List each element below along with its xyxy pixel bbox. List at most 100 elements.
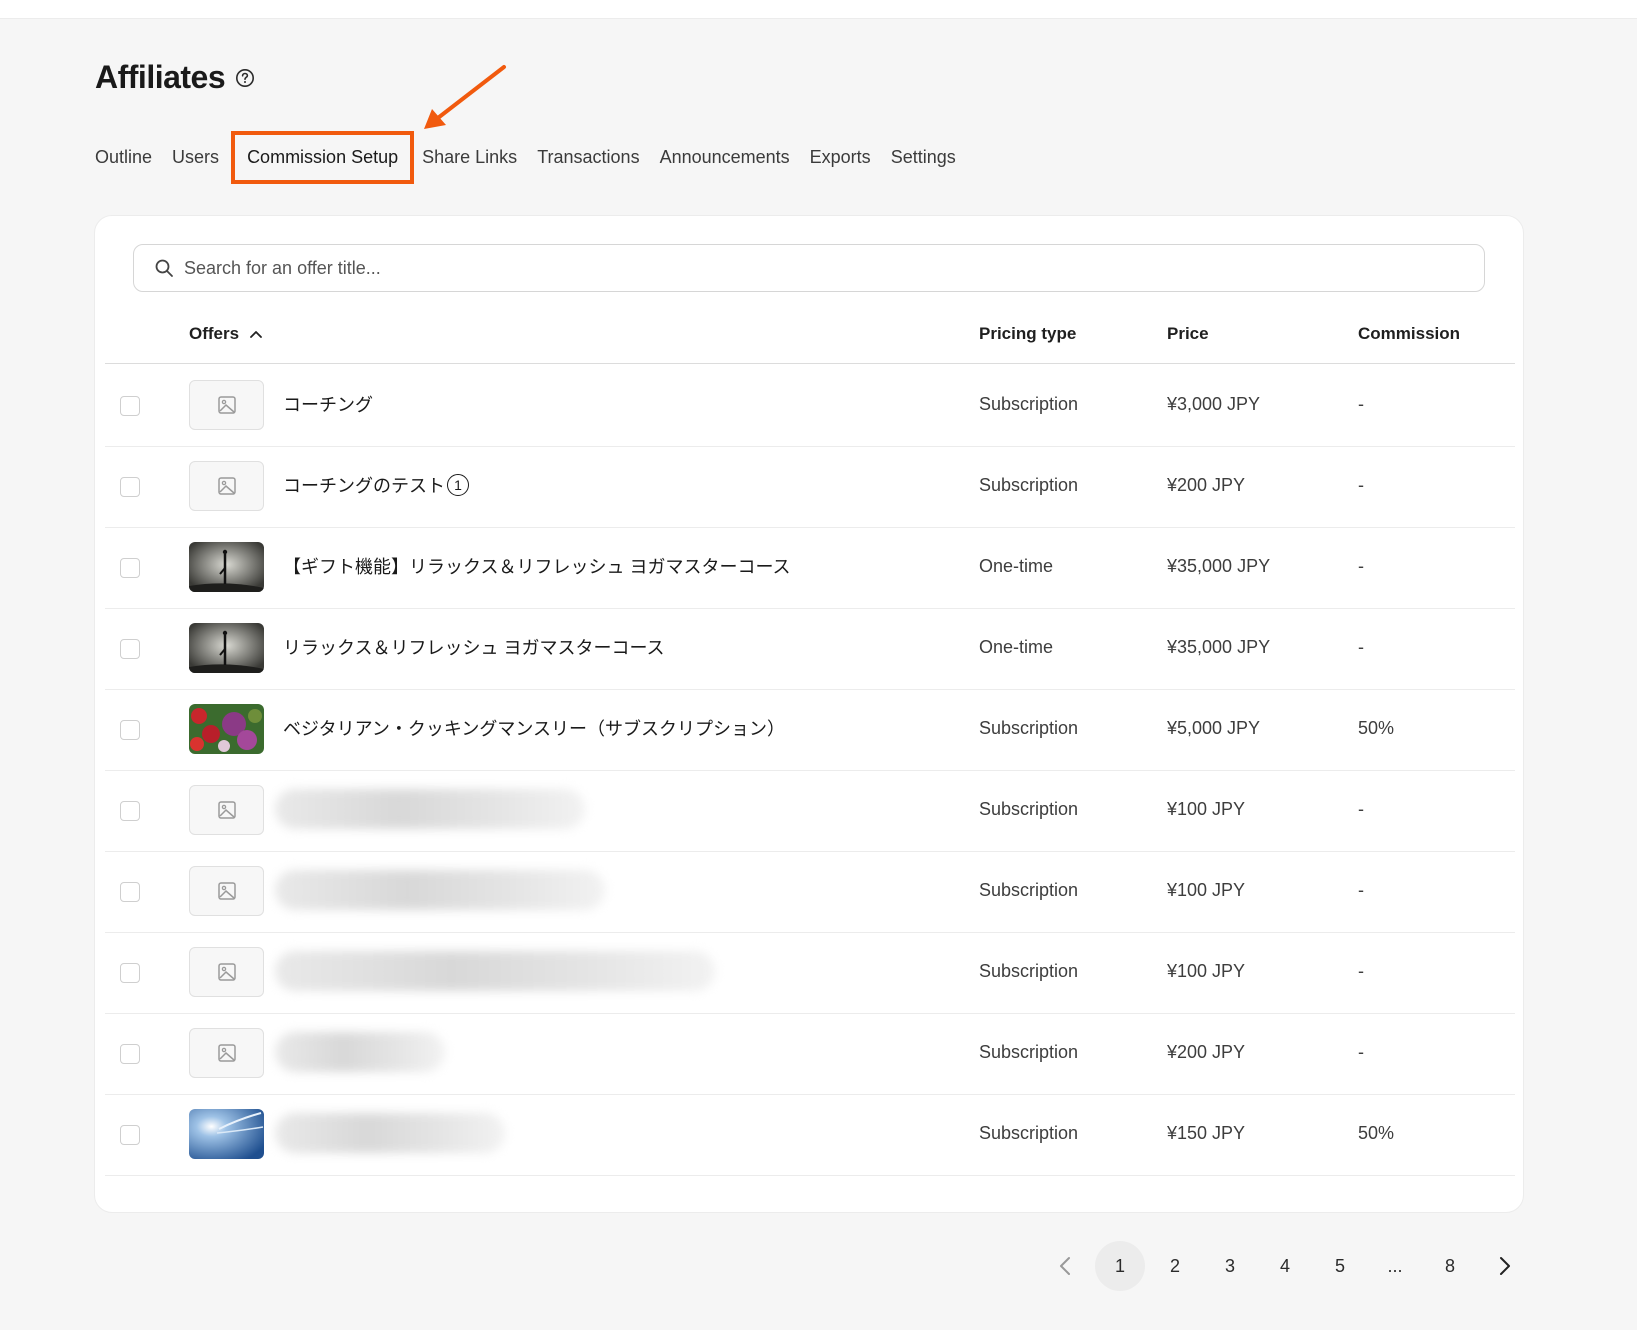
column-price: Price	[1167, 324, 1209, 343]
page-button-8[interactable]: 8	[1425, 1241, 1475, 1291]
price-cell: ¥35,000 JPY	[1167, 637, 1271, 657]
tab-exports[interactable]: Exports	[810, 147, 871, 168]
redacted-offer-title	[275, 1032, 445, 1072]
table-row[interactable]: 【ギフト機能】リラックス＆リフレッシュ ヨガマスターコース One-time ¥35…	[105, 528, 1515, 609]
pagination: 1 2 3 4 5... 8	[1040, 1241, 1535, 1291]
offer-title-text: コーチング	[283, 395, 373, 415]
offer-title[interactable]: リラックス＆リフレッシュ ヨガマスターコース	[283, 634, 665, 660]
table-row[interactable]: Subscription ¥100 JPY -	[105, 933, 1515, 1014]
column-offers[interactable]: Offers	[189, 324, 263, 344]
table-row[interactable]: Subscription ¥200 JPY -	[105, 1014, 1515, 1095]
price-cell: ¥35,000 JPY	[1167, 556, 1271, 576]
redacted-offer-title	[275, 789, 585, 829]
search-bar	[133, 244, 1485, 292]
pricing-type-cell: One-time	[979, 637, 1054, 657]
pricing-type-cell: Subscription	[979, 1042, 1079, 1062]
redacted-offer-title	[275, 1113, 505, 1153]
row-checkbox[interactable]	[120, 558, 140, 578]
price-cell: ¥100 JPY	[1167, 880, 1246, 900]
page-button-4[interactable]: 4	[1260, 1241, 1310, 1291]
tab-bar: Outline Users Commission Setup Share Lin…	[95, 131, 976, 184]
tab-announcements[interactable]: Announcements	[660, 147, 790, 168]
offer-title[interactable]: ベジタリアン・クッキングマンスリー（サブスクリプション）	[283, 715, 785, 741]
table-row[interactable]: コーチング Subscription ¥3,000 JPY -	[105, 366, 1515, 447]
table-row[interactable]: Subscription ¥150 JPY 50%	[105, 1095, 1515, 1176]
image-placeholder-icon	[189, 866, 264, 916]
pricing-type-cell: Subscription	[979, 1123, 1079, 1143]
commission-cell: 50%	[1358, 718, 1395, 738]
page-button-2[interactable]: 2	[1150, 1241, 1200, 1291]
tab-share-links[interactable]: Share Links	[422, 147, 517, 168]
page-background: Affiliates Outline Users Commission Setu…	[0, 18, 1637, 1330]
pricing-type-cell: One-time	[979, 556, 1054, 576]
image-placeholder-icon	[189, 1028, 264, 1078]
row-checkbox[interactable]	[120, 963, 140, 983]
annotation-arrow-icon	[424, 65, 506, 129]
sort-asc-icon	[250, 331, 262, 338]
pricing-type-cell: Subscription	[979, 880, 1079, 900]
offer-title-text: 【ギフト機能】リラックス＆リフレッシュ ヨガマスターコース	[283, 557, 791, 577]
redacted-offer-title	[275, 951, 715, 991]
tab-outline[interactable]: Outline	[95, 147, 152, 168]
row-checkbox[interactable]	[120, 639, 140, 659]
offer-title-text: ベジタリアン・クッキングマンスリー（サブスクリプション）	[283, 719, 786, 739]
commission-cell: -	[1358, 1042, 1364, 1062]
table-row[interactable]: Subscription ¥100 JPY -	[105, 852, 1515, 933]
commission-cell: 50%	[1358, 1123, 1395, 1143]
pricing-type-cell: Subscription	[979, 394, 1079, 414]
page-header: Affiliates	[95, 59, 255, 96]
tab-settings[interactable]: Settings	[891, 147, 956, 168]
table-header: Offers Pricing type Price Commission	[105, 308, 1515, 364]
pricing-type-cell: Subscription	[979, 799, 1079, 819]
image-placeholder-icon	[189, 380, 264, 430]
pagination-ellipsis: ...	[1387, 1255, 1403, 1276]
price-cell: ¥200 JPY	[1167, 1042, 1246, 1062]
tab-transactions[interactable]: Transactions	[537, 147, 639, 168]
price-cell: ¥200 JPY	[1167, 475, 1246, 495]
tab-users[interactable]: Users	[172, 147, 219, 168]
offer-title[interactable]: 【ギフト機能】リラックス＆リフレッシュ ヨガマスターコース	[283, 553, 791, 579]
offer-title-text: リラックス＆リフレッシュ ヨガマスターコース	[283, 638, 665, 658]
page-button-3[interactable]: 3	[1205, 1241, 1255, 1291]
offer-title-text: コーチングのテスト	[283, 476, 445, 496]
next-page-icon[interactable]	[1480, 1241, 1530, 1291]
row-checkbox[interactable]	[120, 1044, 140, 1064]
price-cell: ¥3,000 JPY	[1167, 394, 1261, 414]
table-row[interactable]: Subscription ¥100 JPY -	[105, 771, 1515, 852]
table-row[interactable]: リラックス＆リフレッシュ ヨガマスターコース One-time ¥35,000 JP…	[105, 609, 1515, 690]
help-icon[interactable]	[235, 68, 255, 88]
yoga-thumbnail-icon	[189, 542, 264, 592]
tab-commission-setup[interactable]: Commission Setup	[231, 131, 415, 184]
page-button-5[interactable]: 5	[1315, 1241, 1365, 1291]
yoga-thumbnail-icon	[189, 623, 264, 673]
commission-cell: -	[1358, 637, 1364, 657]
row-checkbox[interactable]	[120, 396, 140, 416]
commission-cell: -	[1358, 556, 1364, 576]
table-body: コーチング Subscription ¥3,000 JPY - コーチングのテスト 1 Su…	[105, 366, 1515, 1176]
page-button-1[interactable]: 1	[1095, 1241, 1145, 1291]
search-input[interactable]	[184, 257, 1384, 279]
price-cell: ¥150 JPY	[1167, 1123, 1246, 1143]
redacted-offer-title	[275, 870, 605, 910]
offer-title[interactable]: コーチングのテスト 1	[283, 472, 469, 498]
sky-thumbnail-icon	[189, 1109, 264, 1159]
pricing-type-cell: Subscription	[979, 961, 1079, 981]
image-placeholder-icon	[189, 947, 264, 997]
row-checkbox[interactable]	[120, 1125, 140, 1145]
prev-page-icon[interactable]	[1040, 1241, 1090, 1291]
row-checkbox[interactable]	[120, 801, 140, 821]
column-pricing-type: Pricing type	[979, 324, 1077, 343]
row-checkbox[interactable]	[120, 477, 140, 497]
offer-title[interactable]: コーチング	[283, 391, 373, 417]
table-row[interactable]: ベジタリアン・クッキングマンスリー（サブスクリプション） Subscription…	[105, 690, 1515, 771]
circled-number-badge: 1	[447, 474, 469, 496]
row-checkbox[interactable]	[120, 720, 140, 740]
table-row[interactable]: コーチングのテスト 1 Subscription ¥200 JPY -	[105, 447, 1515, 528]
price-cell: ¥100 JPY	[1167, 961, 1246, 981]
price-cell: ¥100 JPY	[1167, 799, 1246, 819]
commission-cell: -	[1358, 799, 1364, 819]
row-checkbox[interactable]	[120, 882, 140, 902]
commission-cell: -	[1358, 394, 1364, 414]
image-placeholder-icon	[189, 785, 264, 835]
commission-cell: -	[1358, 475, 1364, 495]
